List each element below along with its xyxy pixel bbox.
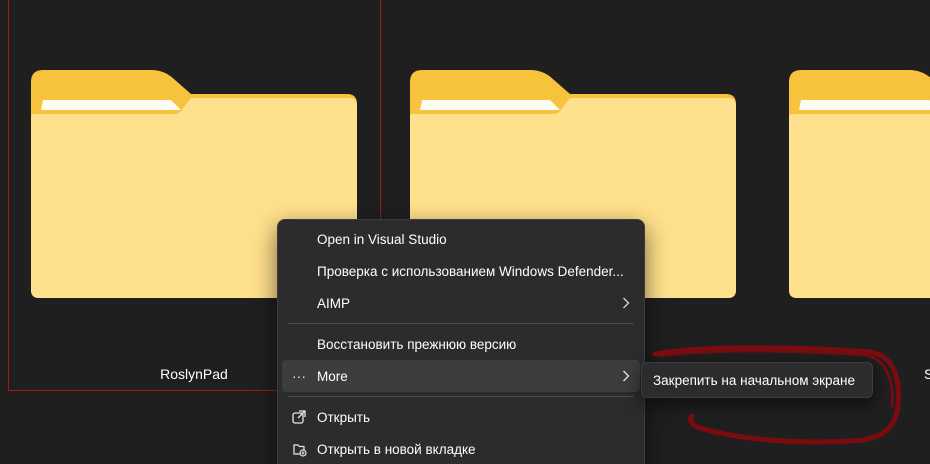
- menu-item-label: Open in Visual Studio: [317, 231, 447, 247]
- chevron-right-icon: [623, 370, 630, 382]
- menu-item-label: AIMP: [317, 295, 351, 311]
- menu-item-restore-previous-version[interactable]: Восстановить прежнюю версию: [282, 328, 640, 360]
- menu-item-open-in-new-tab[interactable]: Открыть в новой вкладке: [282, 433, 640, 464]
- folder-icon: [789, 70, 930, 298]
- new-tab-icon: [290, 440, 308, 458]
- menu-item-label: Проверка с использованием Windows Defend…: [317, 263, 624, 279]
- menu-item-aimp[interactable]: AIMP: [282, 287, 640, 319]
- menu-separator: [288, 396, 634, 397]
- menu-item-more[interactable]: ··· More: [282, 360, 640, 392]
- menu-item-label: Открыть в новой вкладке: [317, 441, 476, 457]
- submenu-item-pin-to-start[interactable]: Закрепить на начальном экране: [653, 373, 855, 388]
- open-external-icon: [290, 408, 308, 426]
- menu-item-windows-defender-scan[interactable]: Проверка с использованием Windows Defend…: [282, 255, 640, 287]
- chevron-right-icon: [623, 297, 630, 309]
- more-dots-icon: ···: [292, 368, 306, 384]
- menu-item-label: Восстановить прежнюю версию: [317, 336, 517, 352]
- menu-item-open[interactable]: Открыть: [282, 401, 640, 433]
- menu-separator: [288, 323, 634, 324]
- menu-item-label: Открыть: [317, 409, 371, 425]
- menu-item-open-in-visual-studio[interactable]: Open in Visual Studio: [282, 223, 640, 255]
- folder-name: S: [924, 366, 930, 382]
- more-submenu[interactable]: Закрепить на начальном экране: [641, 362, 873, 398]
- context-menu: Open in Visual Studio Проверка с использ…: [277, 219, 645, 464]
- file-explorer-view: RoslynPad S Open in Visual Studio Провер…: [0, 0, 930, 464]
- menu-item-label: More: [317, 368, 348, 384]
